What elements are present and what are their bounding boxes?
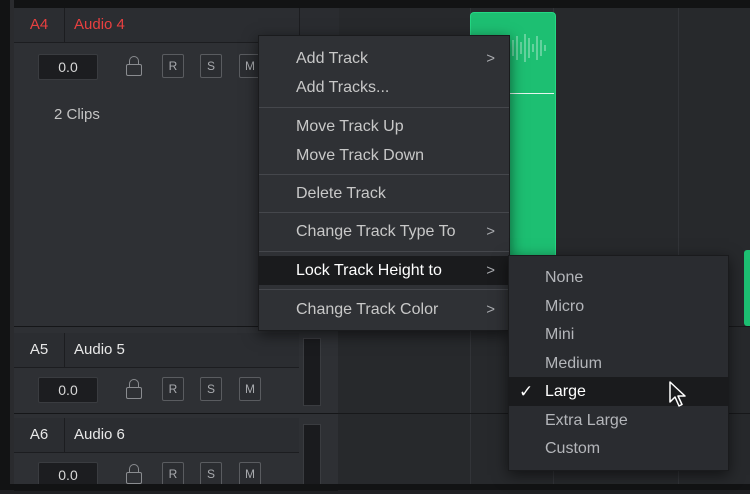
lock-icon[interactable] [126, 462, 142, 484]
submenu-arrow-icon: > [486, 223, 495, 240]
menu-item-add-track[interactable]: Add Track > [259, 44, 509, 73]
track-volume-field[interactable]: 0.0 [38, 377, 98, 403]
audio-level-meter [303, 424, 321, 486]
submenu-arrow-icon: > [486, 301, 495, 318]
track-title-row: A6 Audio 6 [14, 418, 299, 453]
submenu-item-large[interactable]: ✓ Large [509, 377, 728, 406]
submenu-arrow-icon: > [486, 50, 495, 67]
menu-separator [259, 212, 509, 213]
menu-item-delete-track[interactable]: Delete Track [259, 179, 509, 208]
audio-clip[interactable] [744, 250, 750, 326]
track-controls: 0.0 R S M [14, 369, 299, 409]
track-controls: 0.0 R S M [14, 46, 299, 86]
menu-separator [259, 289, 509, 290]
submenu-item-custom[interactable]: Custom [509, 434, 728, 463]
lock-icon[interactable] [126, 54, 142, 76]
track-header-a6[interactable]: A6 Audio 6 0.0 R S M [14, 414, 338, 491]
track-name[interactable]: Audio 5 [74, 333, 125, 367]
submenu-item-extra-large[interactable]: Extra Large [509, 406, 728, 435]
menu-item-add-tracks[interactable]: Add Tracks... [259, 73, 509, 102]
lock-track-height-submenu: None Micro Mini Medium ✓ Large Extra Lar… [508, 255, 729, 471]
record-arm-button[interactable]: R [162, 462, 184, 486]
solo-button[interactable]: S [200, 462, 222, 486]
menu-item-change-track-type[interactable]: Change Track Type To > [259, 217, 509, 246]
record-arm-button[interactable]: R [162, 54, 184, 78]
submenu-item-micro[interactable]: Micro [509, 292, 728, 321]
menu-item-move-track-up[interactable]: Move Track Up [259, 112, 509, 141]
menu-item-lock-track-height[interactable]: Lock Track Height to > [259, 256, 509, 285]
window-frame-top [0, 0, 750, 8]
track-id: A5 [14, 333, 65, 367]
menu-item-change-track-color[interactable]: Change Track Color > [259, 295, 509, 324]
audio-level-meter [303, 338, 321, 406]
submenu-item-medium[interactable]: Medium [509, 349, 728, 378]
waveform-icon [508, 34, 546, 62]
track-title-row: A4 Audio 4 [14, 8, 299, 43]
mute-button[interactable]: M [239, 462, 261, 486]
track-id: A6 [14, 418, 65, 452]
checkmark-icon: ✓ [519, 382, 534, 401]
solo-button[interactable]: S [200, 377, 222, 401]
window-frame-bottom [0, 484, 750, 490]
lock-icon[interactable] [126, 377, 142, 399]
submenu-item-none[interactable]: None [509, 263, 728, 292]
menu-item-move-track-down[interactable]: Move Track Down [259, 141, 509, 170]
track-context-menu: Add Track > Add Tracks... Move Track Up … [258, 35, 510, 331]
track-header-a5[interactable]: A5 Audio 5 0.0 R S M [14, 327, 338, 414]
menu-separator [259, 107, 509, 108]
clip-count: 2 Clips [54, 106, 100, 123]
track-volume-field[interactable]: 0.0 [38, 54, 98, 80]
submenu-arrow-icon: > [486, 262, 495, 279]
track-id: A4 [14, 8, 65, 42]
track-name[interactable]: Audio 6 [74, 418, 125, 452]
record-arm-button[interactable]: R [162, 377, 184, 401]
track-title-row: A5 Audio 5 [14, 333, 299, 368]
menu-separator [259, 251, 509, 252]
menu-separator [259, 174, 509, 175]
solo-button[interactable]: S [200, 54, 222, 78]
submenu-item-mini[interactable]: Mini [509, 320, 728, 349]
mute-button[interactable]: M [239, 377, 261, 401]
mouse-cursor-icon [669, 381, 686, 407]
track-name[interactable]: Audio 4 [74, 8, 125, 42]
